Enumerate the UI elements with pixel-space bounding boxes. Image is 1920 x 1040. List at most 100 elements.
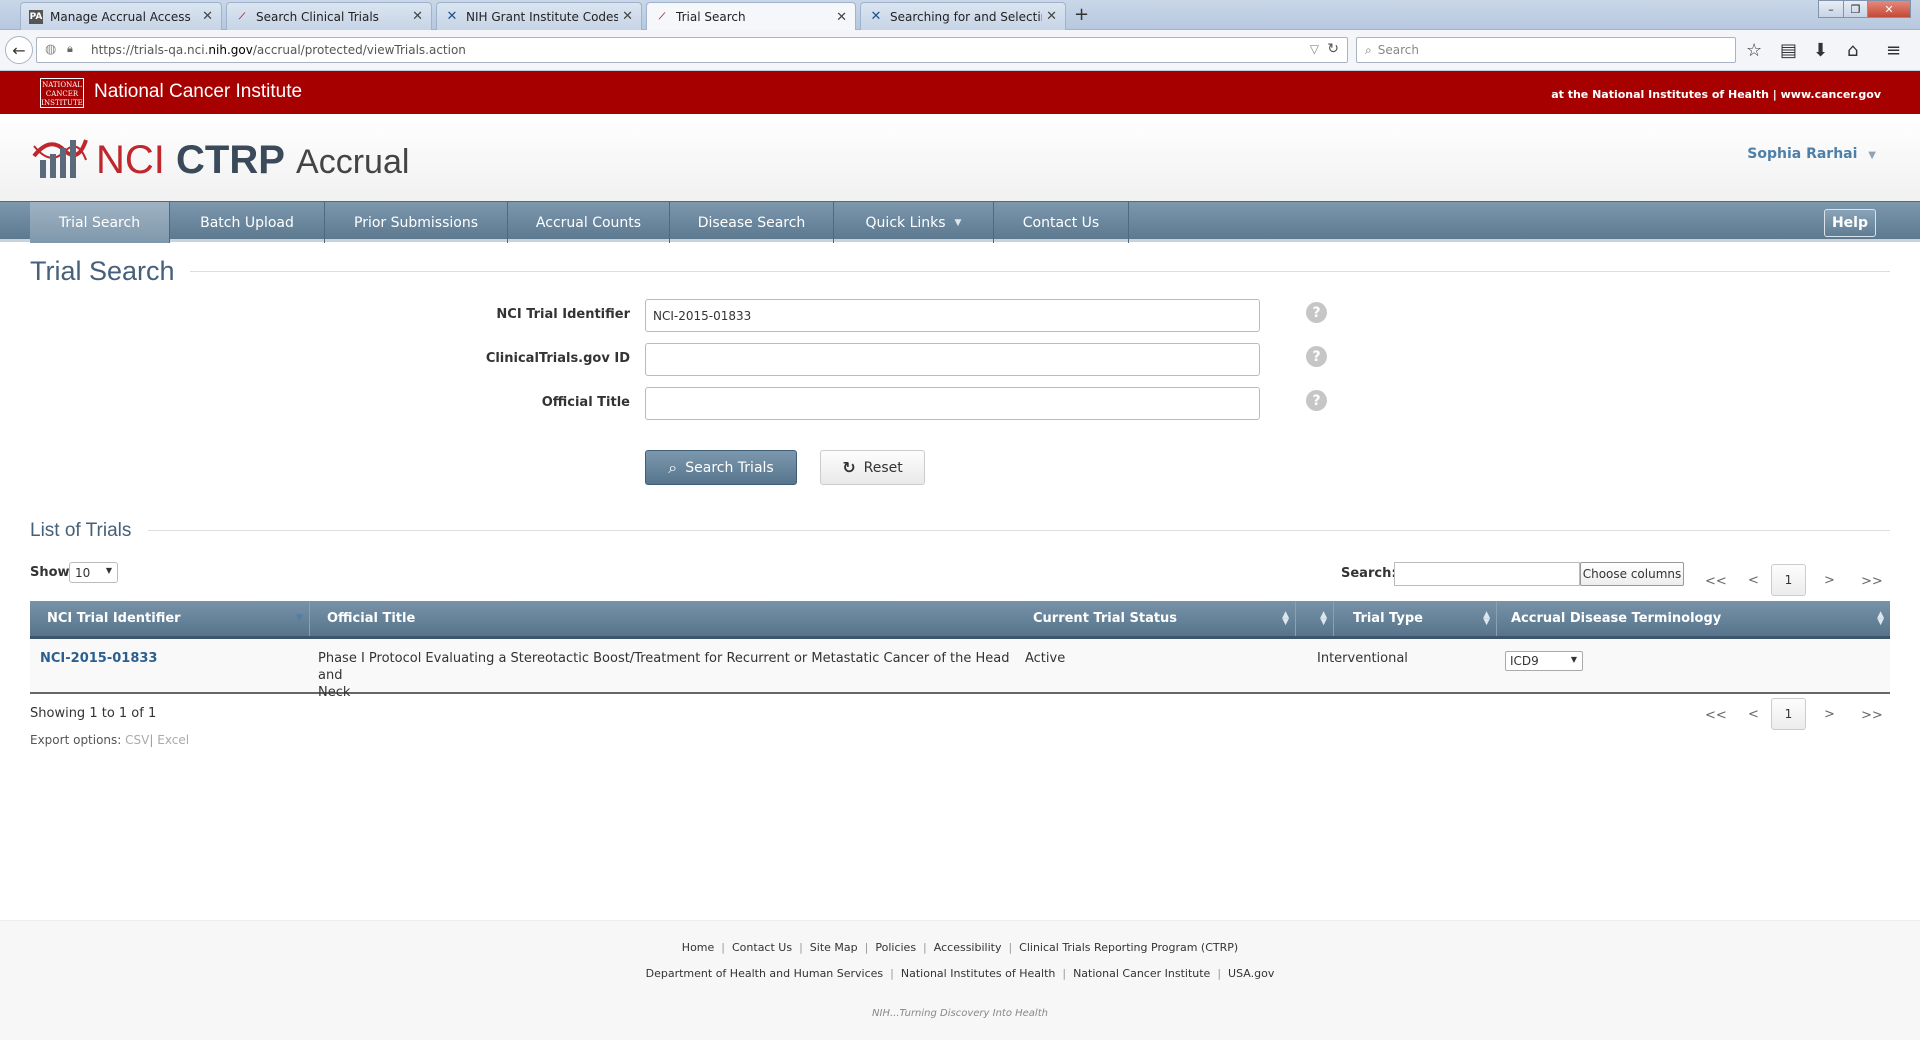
browser-search-input[interactable]: ⌕ Search (1356, 37, 1736, 63)
column-header-nci-id[interactable]: NCI Trial Identifier ▼ (30, 601, 310, 636)
search-trials-button[interactable]: ⌕ Search Trials (645, 450, 797, 485)
nci-logo[interactable]: NATIONAL CANCER INSTITUTE (40, 78, 84, 108)
footer-link[interactable]: Home (682, 941, 714, 954)
reading-list-icon[interactable]: ▤ (1780, 40, 1797, 61)
close-icon[interactable]: ✕ (202, 9, 213, 24)
nav-label: Trial Search (58, 214, 141, 231)
column-header-trial-type[interactable]: Trial Type ▲ ▼ (1334, 601, 1497, 636)
footer-link[interactable]: Policies (875, 941, 916, 954)
pager-page-current[interactable]: 1 (1771, 564, 1806, 596)
nci-banner: NATIONAL CANCER INSTITUTE National Cance… (0, 71, 1920, 114)
browser-tab[interactable]: PA Manage Accrual Access ✕ (20, 2, 222, 30)
nav-batch-upload[interactable]: Batch Upload (170, 202, 325, 243)
window-close-icon[interactable]: ✕ (1867, 0, 1911, 18)
hamburger-menu-icon[interactable]: ≡ (1886, 40, 1901, 61)
browser-tab[interactable]: ✕ Searching for and Selectin... ✕ (860, 2, 1066, 30)
pager-first[interactable]: << (1705, 574, 1727, 589)
help-question-icon[interactable]: ? (1306, 346, 1327, 367)
nci-banner-tagline[interactable]: at the National Institutes of Health | w… (1551, 88, 1881, 101)
trial-id-link[interactable]: NCI-2015-01833 (40, 650, 157, 667)
footer-link[interactable]: Department of Health and Human Services (646, 967, 884, 980)
list-divider (148, 530, 1890, 531)
close-icon[interactable]: ✕ (836, 10, 847, 25)
footer-link[interactable]: Accessibility (934, 941, 1002, 954)
user-name: Sophia Rarhai (1747, 146, 1858, 162)
help-question-icon[interactable]: ? (1306, 302, 1327, 323)
title-line: Phase I Protocol Evaluating a Stereotact… (318, 651, 1010, 683)
show-entries-select[interactable]: 10 ▼ (69, 562, 118, 583)
nav-label: Contact Us (1022, 214, 1100, 231)
field-label-ctgov-id: ClinicalTrials.gov ID (485, 351, 630, 366)
browser-tab[interactable]: ✕ NIH Grant Institute Codes ... ✕ (436, 2, 642, 30)
caret-down-icon: ▼ (954, 217, 962, 228)
export-excel-link[interactable]: Excel (157, 733, 189, 747)
browser-tab[interactable]: ⟋ Search Clinical Trials ✕ (226, 2, 432, 30)
pager-first[interactable]: << (1705, 708, 1727, 723)
footer-link[interactable]: Site Map (810, 941, 858, 954)
footer-links-primary: Home | Contact Us | Site Map | Policies | Access… (681, 941, 1239, 954)
home-icon[interactable]: ⌂ (1847, 40, 1858, 61)
footer-link[interactable]: USA.gov (1228, 967, 1274, 980)
browser-tab-active[interactable]: ⟋ Trial Search ✕ (646, 2, 856, 31)
maximize-icon[interactable]: ❐ (1843, 0, 1868, 18)
pager-last[interactable]: >> (1861, 574, 1883, 589)
nav-trial-search[interactable]: Trial Search (30, 202, 170, 243)
nci-trial-identifier-input[interactable]: NCI-2015-01833 (645, 299, 1260, 332)
nav-accrual-counts[interactable]: Accrual Counts (508, 202, 670, 243)
terminology-value: ICD9 (1510, 654, 1539, 668)
pager-page-current[interactable]: 1 (1771, 698, 1806, 730)
table-search-input[interactable] (1394, 562, 1580, 586)
close-icon[interactable]: ✕ (412, 9, 423, 24)
nci-favicon-icon: PA (29, 9, 43, 24)
minimize-icon[interactable]: – (1818, 0, 1844, 18)
ctrp-accrual-brand[interactable]: NCI CTRP Accrual (96, 138, 409, 183)
column-label: Accrual Disease Terminology (1511, 611, 1722, 626)
nav-quick-links[interactable]: Quick Links ▼ (834, 202, 994, 243)
column-header-current-trial-status[interactable]: Current Trial Status ▲ ▼ (1030, 601, 1334, 636)
pager-next[interactable]: > (1824, 707, 1835, 722)
url-bar[interactable]: ◍ 🔒︎ https://trials-qa.nci.nih.gov/accru… (36, 37, 1348, 63)
help-question-icon[interactable]: ? (1306, 390, 1327, 411)
ctrp-favicon-icon: ⟋ (238, 11, 246, 22)
brand-nci: NCI (96, 138, 165, 182)
nci-banner-name[interactable]: National Cancer Institute (94, 81, 302, 103)
dropdown-arrow-icon[interactable]: ▽ (1310, 42, 1319, 56)
field-label-nci-id: NCI Trial Identifier (496, 307, 630, 322)
pager-next[interactable]: > (1824, 573, 1835, 588)
bookmark-star-icon[interactable]: ☆ (1746, 40, 1762, 61)
logo-line: CANCER (45, 90, 79, 98)
download-icon[interactable]: ⬇ (1813, 40, 1828, 61)
column-header-accrual-disease-terminology[interactable]: Accrual Disease Terminology ▲ ▼ (1497, 601, 1890, 636)
nav-disease-search[interactable]: Disease Search (670, 202, 834, 243)
caret-down-icon: ▼ (105, 566, 112, 575)
footer-link[interactable]: Contact Us (732, 941, 792, 954)
pager-last[interactable]: >> (1861, 708, 1883, 723)
footer-link[interactable]: National Institutes of Health (901, 967, 1055, 980)
reload-icon[interactable]: ↻ (1327, 41, 1339, 57)
nav-prior-submissions[interactable]: Prior Submissions (325, 202, 508, 243)
official-title-input[interactable] (645, 387, 1260, 420)
nav-contact-us[interactable]: Contact Us (994, 202, 1129, 243)
shield-icon: ◍ (45, 42, 57, 57)
footer-link[interactable]: National Cancer Institute (1073, 967, 1210, 980)
search-icon: ⌕ (1365, 42, 1372, 57)
export-csv-link[interactable]: CSV (125, 733, 149, 747)
footer-link[interactable]: Clinical Trials Reporting Program (CTRP) (1019, 941, 1238, 954)
reset-button[interactable]: ↻ Reset (820, 450, 925, 485)
close-icon[interactable]: ✕ (1046, 9, 1057, 24)
pager-prev[interactable]: < (1748, 707, 1759, 722)
terminology-select[interactable]: ICD9 ▼ (1505, 651, 1583, 671)
new-tab-icon[interactable]: + (1074, 4, 1089, 25)
trial-official-title: Phase I Protocol Evaluating a Stereotact… (318, 650, 1018, 701)
nav-label: Accrual Counts (535, 214, 642, 231)
pager-prev[interactable]: < (1748, 573, 1759, 588)
clinicaltrials-gov-id-input[interactable] (645, 343, 1260, 376)
logo-line: INSTITUTE (41, 99, 83, 107)
browser-tab-bar: PA Manage Accrual Access ✕ ⟋ Search Clin… (0, 0, 1920, 31)
choose-columns-button[interactable]: Choose columns (1580, 562, 1684, 586)
back-arrow-icon[interactable]: ← (5, 36, 33, 64)
close-icon[interactable]: ✕ (622, 9, 633, 24)
user-menu[interactable]: Sophia Rarhai ▼ (1747, 146, 1876, 162)
help-button[interactable]: Help (1824, 209, 1876, 237)
browser-nav-bar: ← ◍ 🔒︎ https://trials-qa.nci.nih.gov/acc… (0, 30, 1920, 71)
